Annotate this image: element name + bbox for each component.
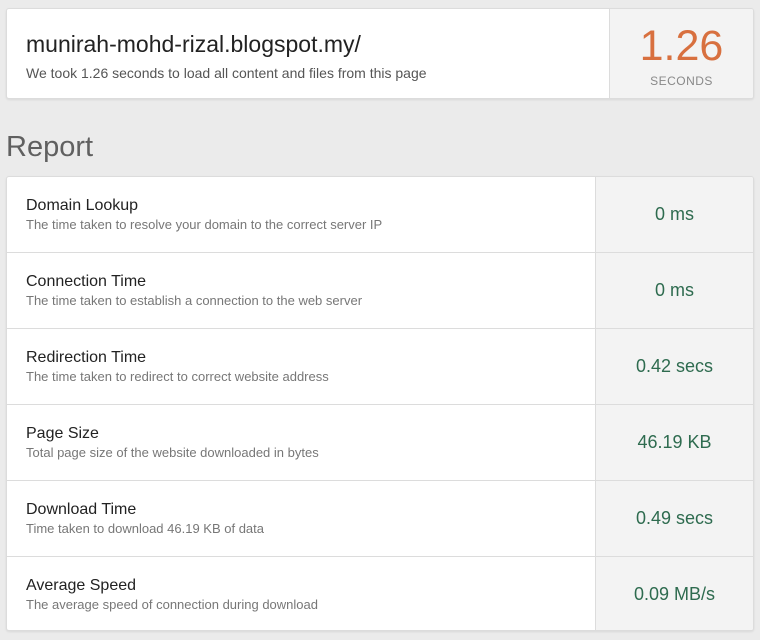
row-title: Page Size <box>26 425 99 442</box>
row-text: Redirection Time The time taken to redir… <box>7 329 595 404</box>
row-value: 0.09 MB/s <box>595 557 753 630</box>
load-description: We took 1.26 seconds to load all content… <box>26 65 427 81</box>
load-time-box: 1.26 SECONDS <box>609 9 753 98</box>
row-value: 0 ms <box>595 177 753 252</box>
summary-card: munirah-mohd-rizal.blogspot.my/ We took … <box>6 8 754 99</box>
report-row-average-speed: Average Speed The average speed of conne… <box>7 557 753 630</box>
row-text: Domain Lookup The time taken to resolve … <box>7 177 595 252</box>
row-value: 46.19 KB <box>595 405 753 480</box>
row-text: Connection Time The time taken to establ… <box>7 253 595 328</box>
row-text: Page Size Total page size of the website… <box>7 405 595 480</box>
report-row-page-size: Page Size Total page size of the website… <box>7 405 753 481</box>
row-title: Domain Lookup <box>26 197 139 214</box>
row-description: Time taken to download 46.19 KB of data <box>26 521 265 536</box>
site-url: munirah-mohd-rizal.blogspot.my/ <box>26 31 361 57</box>
row-value: 0 ms <box>595 253 753 328</box>
report-row-connection-time: Connection Time The time taken to establ… <box>7 253 753 329</box>
load-time-unit: SECONDS <box>650 74 713 88</box>
row-title: Average Speed <box>26 577 137 594</box>
report-table: Domain Lookup The time taken to resolve … <box>6 176 754 631</box>
report-row-redirection-time: Redirection Time The time taken to redir… <box>7 329 753 405</box>
summary-main: munirah-mohd-rizal.blogspot.my/ We took … <box>7 9 609 98</box>
row-description: Total page size of the website downloade… <box>26 445 319 460</box>
row-title: Connection Time <box>26 273 147 290</box>
row-description: The time taken to resolve your domain to… <box>26 217 383 232</box>
row-title: Download Time <box>26 501 137 518</box>
report-row-domain-lookup: Domain Lookup The time taken to resolve … <box>7 177 753 253</box>
load-time-value: 1.26 <box>639 22 724 70</box>
row-description: The time taken to establish a connection… <box>26 293 363 308</box>
row-text: Average Speed The average speed of conne… <box>7 557 595 630</box>
row-text: Download Time Time taken to download 46.… <box>7 481 595 556</box>
row-description: The time taken to redirect to correct we… <box>26 369 329 384</box>
row-value: 0.49 secs <box>595 481 753 556</box>
report-row-download-time: Download Time Time taken to download 46.… <box>7 481 753 557</box>
report-heading: Report <box>6 131 94 163</box>
row-description: The average speed of connection during d… <box>26 597 318 612</box>
row-title: Redirection Time <box>26 349 147 366</box>
row-value: 0.42 secs <box>595 329 753 404</box>
